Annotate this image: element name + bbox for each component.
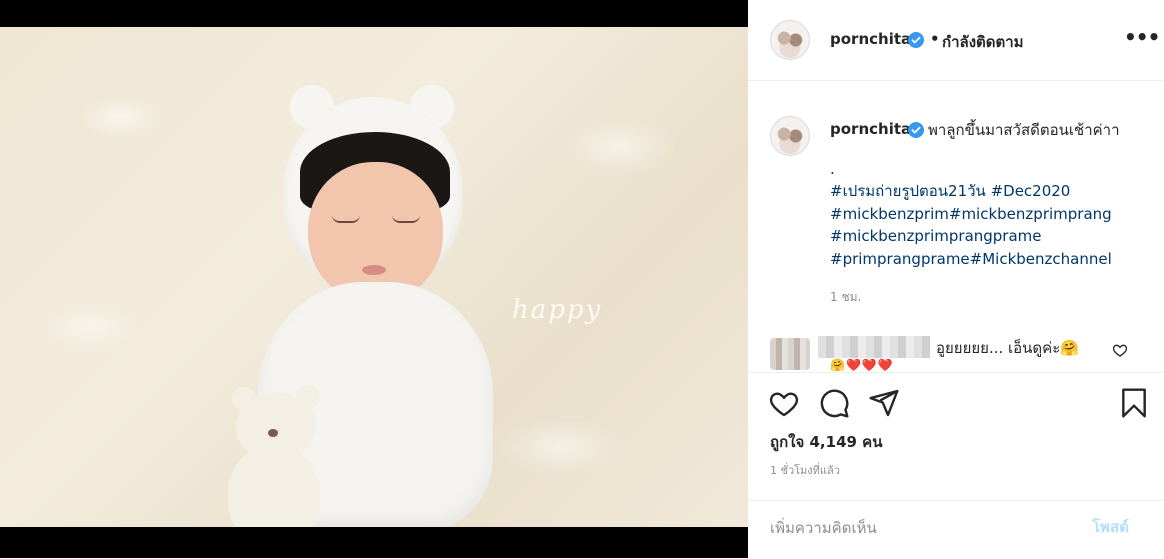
teddy-nose bbox=[268, 429, 278, 437]
baby-eye-left bbox=[332, 215, 360, 223]
author-avatar[interactable] bbox=[770, 20, 810, 60]
action-bar bbox=[748, 372, 1164, 433]
caption-avatar[interactable] bbox=[770, 116, 810, 156]
add-comment-bar: โพสต์ bbox=[748, 500, 1164, 559]
comment-icon[interactable] bbox=[818, 387, 850, 419]
caption-text: พาลูกขึ้นมาสวัสดีตอนเช้าค่าา bbox=[928, 121, 1120, 139]
post-timestamp[interactable]: 1 ชั่วโมงที่แล้ว bbox=[770, 461, 840, 479]
post-comment-button[interactable]: โพสต์ bbox=[1092, 515, 1129, 539]
hashtag-line[interactable]: #primprangprame#Mickbenzchannel bbox=[830, 248, 1150, 271]
baby-eye-right bbox=[392, 215, 420, 223]
paper-plane-icon[interactable] bbox=[868, 387, 900, 419]
image-watermark: happy bbox=[512, 295, 603, 325]
bookmark-icon[interactable] bbox=[1118, 387, 1150, 419]
teddy-body bbox=[228, 447, 320, 527]
header-separator: • bbox=[930, 30, 940, 48]
comment-item: อูยยยยย... เอ็นดูค่ะ🤗 🤗❤️❤️❤️ bbox=[748, 330, 1164, 372]
post-header: pornchita • กำลังติดตาม ••• bbox=[748, 0, 1164, 81]
caption-dot-line: . bbox=[830, 160, 835, 178]
verified-badge-icon bbox=[908, 32, 924, 48]
author-username[interactable]: pornchita bbox=[830, 30, 911, 48]
hashtag-line[interactable]: #เปรมถ่ายรูปตอน21วัน #Dec2020 bbox=[830, 180, 1150, 203]
baby-mouth bbox=[362, 265, 386, 275]
post-modal: happy pornchita • กำลังติดตาม ••• pornch… bbox=[0, 0, 1164, 558]
comment-like-heart-icon[interactable] bbox=[1112, 342, 1128, 358]
more-options-icon[interactable]: ••• bbox=[1124, 27, 1160, 52]
hashtag-line[interactable]: #mickbenzprimprangprame bbox=[830, 225, 1150, 248]
hashtag-list: #เปรมถ่ายรูปตอน21วัน #Dec2020 #mickbenzp… bbox=[830, 180, 1150, 270]
comment-emoji-line: 🤗❤️❤️❤️ bbox=[830, 358, 894, 372]
caption-time: 1 ชม. bbox=[830, 290, 862, 304]
hashtag-line[interactable]: #mickbenzprim#mickbenzprimprang bbox=[830, 203, 1150, 226]
baby-face bbox=[308, 162, 443, 302]
commenter-name-blurred bbox=[818, 336, 930, 358]
likes-count[interactable]: ถูกใจ 4,149 คน bbox=[770, 430, 882, 454]
post-image[interactable]: happy bbox=[0, 27, 748, 527]
heart-icon[interactable] bbox=[768, 387, 800, 419]
post-photo-area: happy bbox=[0, 0, 748, 558]
comment-text: อูยยยยย... เอ็นดูค่ะ🤗 bbox=[936, 339, 1079, 357]
post-sidebar: pornchita • กำลังติดตาม ••• pornchita พา… bbox=[748, 0, 1164, 558]
comment-input[interactable] bbox=[768, 515, 1072, 541]
commenter-avatar-blurred[interactable] bbox=[770, 338, 810, 370]
following-button[interactable]: กำลังติดตาม bbox=[942, 30, 1024, 54]
